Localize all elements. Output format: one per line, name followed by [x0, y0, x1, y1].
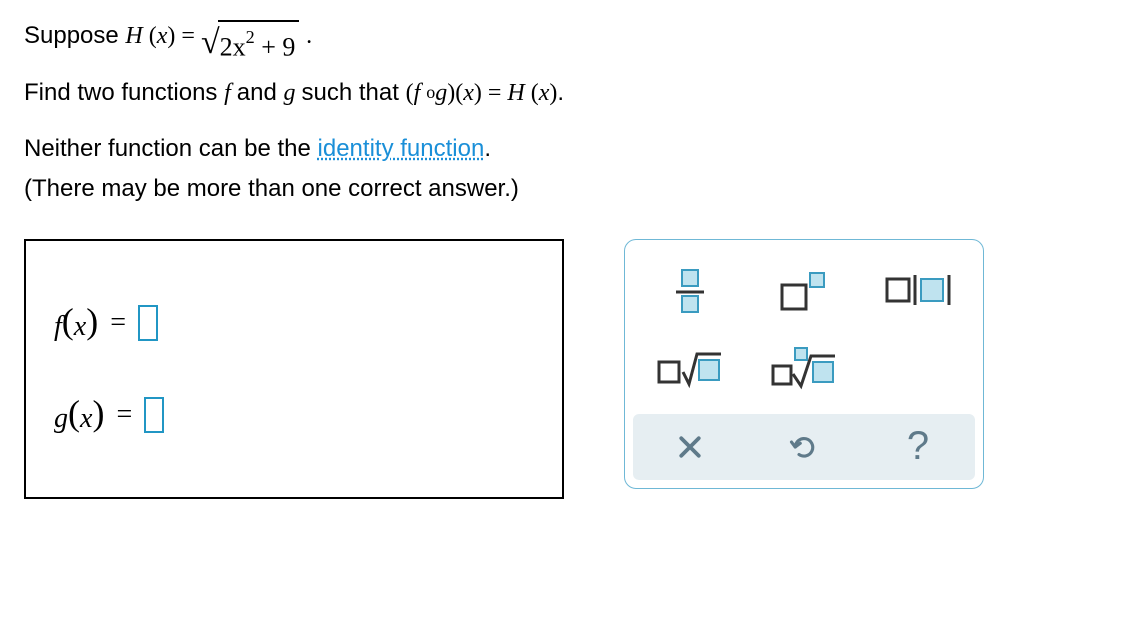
absolute-value-button[interactable]: [868, 256, 968, 326]
square-root-icon: [655, 348, 725, 390]
prompt-line-2: Find two functions f and g such that (f …: [24, 75, 1104, 111]
g-label: g: [54, 403, 68, 434]
fraction-button[interactable]: [640, 256, 740, 326]
answer-box: f(x) = g(x) =: [24, 239, 564, 499]
f-answer-line: f(x) =: [54, 302, 534, 344]
help-button[interactable]: ?: [863, 417, 973, 477]
f-input[interactable]: [138, 305, 158, 341]
g-answer-line: g(x) =: [54, 394, 534, 436]
equals-sign: =: [116, 399, 132, 431]
H-of-x: H: [125, 23, 148, 49]
suppose-text: Suppose: [24, 22, 125, 49]
nth-root-button[interactable]: [754, 334, 854, 404]
g-input[interactable]: [144, 397, 164, 433]
close-icon: [675, 432, 705, 462]
prompt-line-3: Neither function can be the identity fun…: [24, 131, 1104, 167]
f-label: f: [54, 311, 62, 342]
question-icon: ?: [907, 424, 929, 469]
compose-expression: (f og)(x) = H (x): [406, 80, 558, 106]
period: .: [306, 23, 312, 49]
palette-bottom-row: ?: [633, 414, 975, 480]
identity-function-link[interactable]: identity function: [318, 135, 485, 162]
undo-button[interactable]: [749, 417, 859, 477]
absolute-value-icon: [883, 273, 953, 309]
exponent-icon: [776, 269, 832, 313]
nth-root-icon: [769, 346, 839, 392]
clear-button[interactable]: [635, 417, 745, 477]
square-root-button[interactable]: [640, 334, 740, 404]
sqrt-expression: √ 2x2 + 9: [201, 20, 299, 67]
undo-icon: [789, 432, 819, 462]
math-palette: ?: [624, 239, 984, 489]
prompt-line-4: (There may be more than one correct answ…: [24, 171, 1104, 207]
equals-sign: =: [110, 307, 126, 339]
exponent-button[interactable]: [754, 256, 854, 326]
fraction-icon: [670, 266, 710, 316]
prompt-line-1: Suppose H (x) = √ 2x2 + 9 .: [24, 18, 1104, 67]
